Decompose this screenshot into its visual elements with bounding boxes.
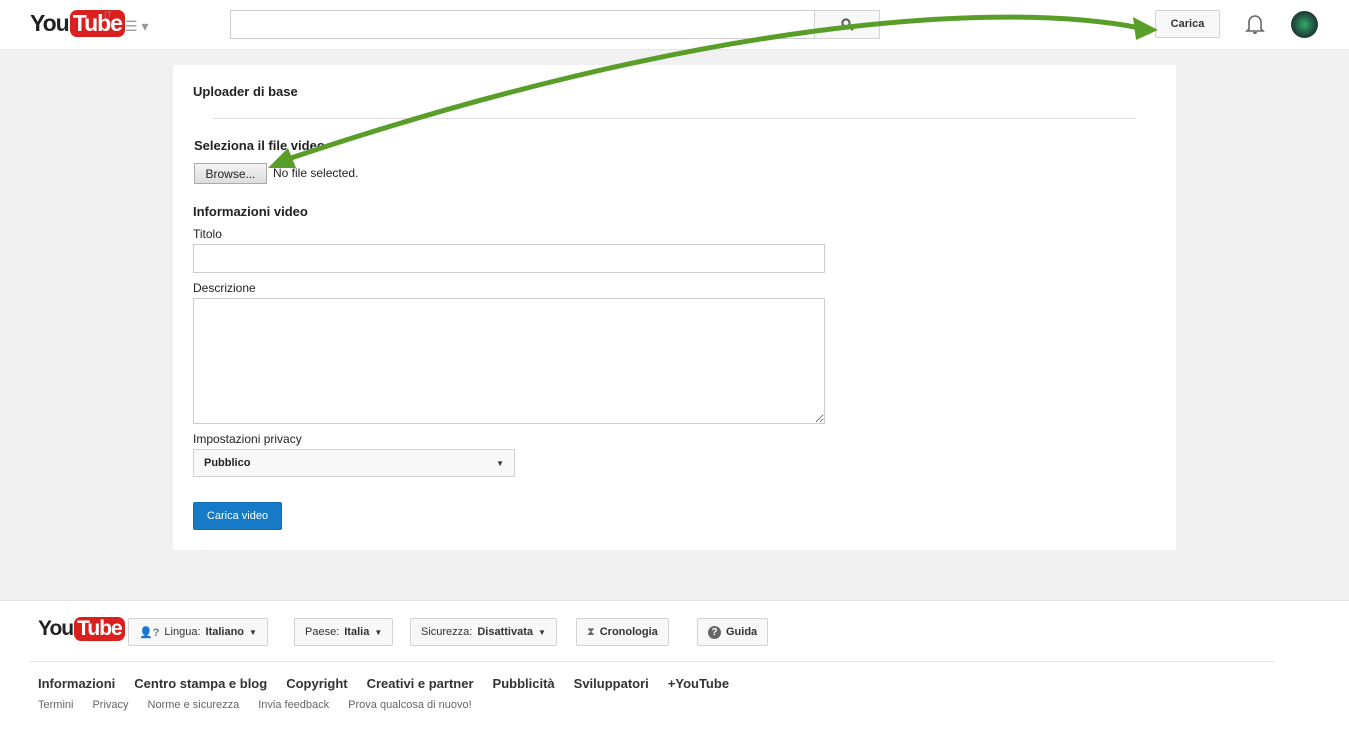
footer-link[interactable]: Informazioni (38, 676, 115, 691)
footer-link[interactable]: +YouTube (668, 676, 729, 691)
arrow-curve (284, 14, 1141, 163)
safety-value: Disattivata (477, 626, 533, 638)
language-prefix: Lingua: (164, 626, 201, 638)
help-icon: ? (708, 625, 721, 639)
help-label: Guida (726, 626, 758, 638)
language-icon: 👤? (139, 626, 160, 639)
country-prefix: Paese: (305, 626, 340, 638)
country-button[interactable]: Paese: Italia ▼ (294, 618, 394, 646)
arrow-head-right (1133, 17, 1158, 40)
chevron-down-icon: ▼ (374, 627, 383, 637)
footer-link[interactable]: Creativi e partner (367, 676, 474, 691)
chevron-down-icon: ▼ (538, 627, 546, 637)
footer-small-links: Termini Privacy Norme e sicurezza Invia … (38, 699, 472, 711)
help-button[interactable]: ? Guida (697, 618, 769, 646)
logo-tube: Tube (74, 617, 125, 641)
footer-youtube-logo[interactable]: You Tube (38, 617, 125, 641)
footer-small-link[interactable]: Norme e sicurezza (148, 699, 240, 711)
safety-button[interactable]: Sicurezza: Disattivata ▼ (410, 618, 557, 646)
logo-you: You (38, 617, 74, 640)
footer-small-link[interactable]: Prova qualcosa di nuovo! (348, 699, 472, 711)
footer-small-link[interactable]: Privacy (92, 699, 128, 711)
footer-links: Informazioni Centro stampa e blog Copyri… (38, 676, 729, 691)
footer-divider (30, 661, 1274, 662)
footer-small-link[interactable]: Invia feedback (258, 699, 329, 711)
history-button[interactable]: ⧗ Cronologia (576, 618, 669, 646)
language-button[interactable]: 👤? Lingua: Italiano ▼ (128, 618, 268, 646)
footer: You Tube 👤? Lingua: Italiano ▼ Paese: Italia ▼… (0, 600, 1349, 741)
arrow-head-left (268, 148, 296, 168)
chevron-down-icon: ▼ (249, 627, 257, 637)
country-value: Italia (344, 626, 370, 638)
footer-link[interactable]: Sviluppatori (574, 676, 649, 691)
footer-small-link[interactable]: Termini (38, 699, 73, 711)
history-label: Cronologia (599, 626, 658, 638)
footer-link[interactable]: Copyright (286, 676, 347, 691)
safety-prefix: Sicurezza: (421, 626, 473, 638)
language-value: Italiano (205, 626, 245, 638)
footer-link[interactable]: Pubblicità (493, 676, 555, 691)
footer-link[interactable]: Centro stampa e blog (134, 676, 267, 691)
hourglass-icon: ⧗ (587, 625, 595, 638)
